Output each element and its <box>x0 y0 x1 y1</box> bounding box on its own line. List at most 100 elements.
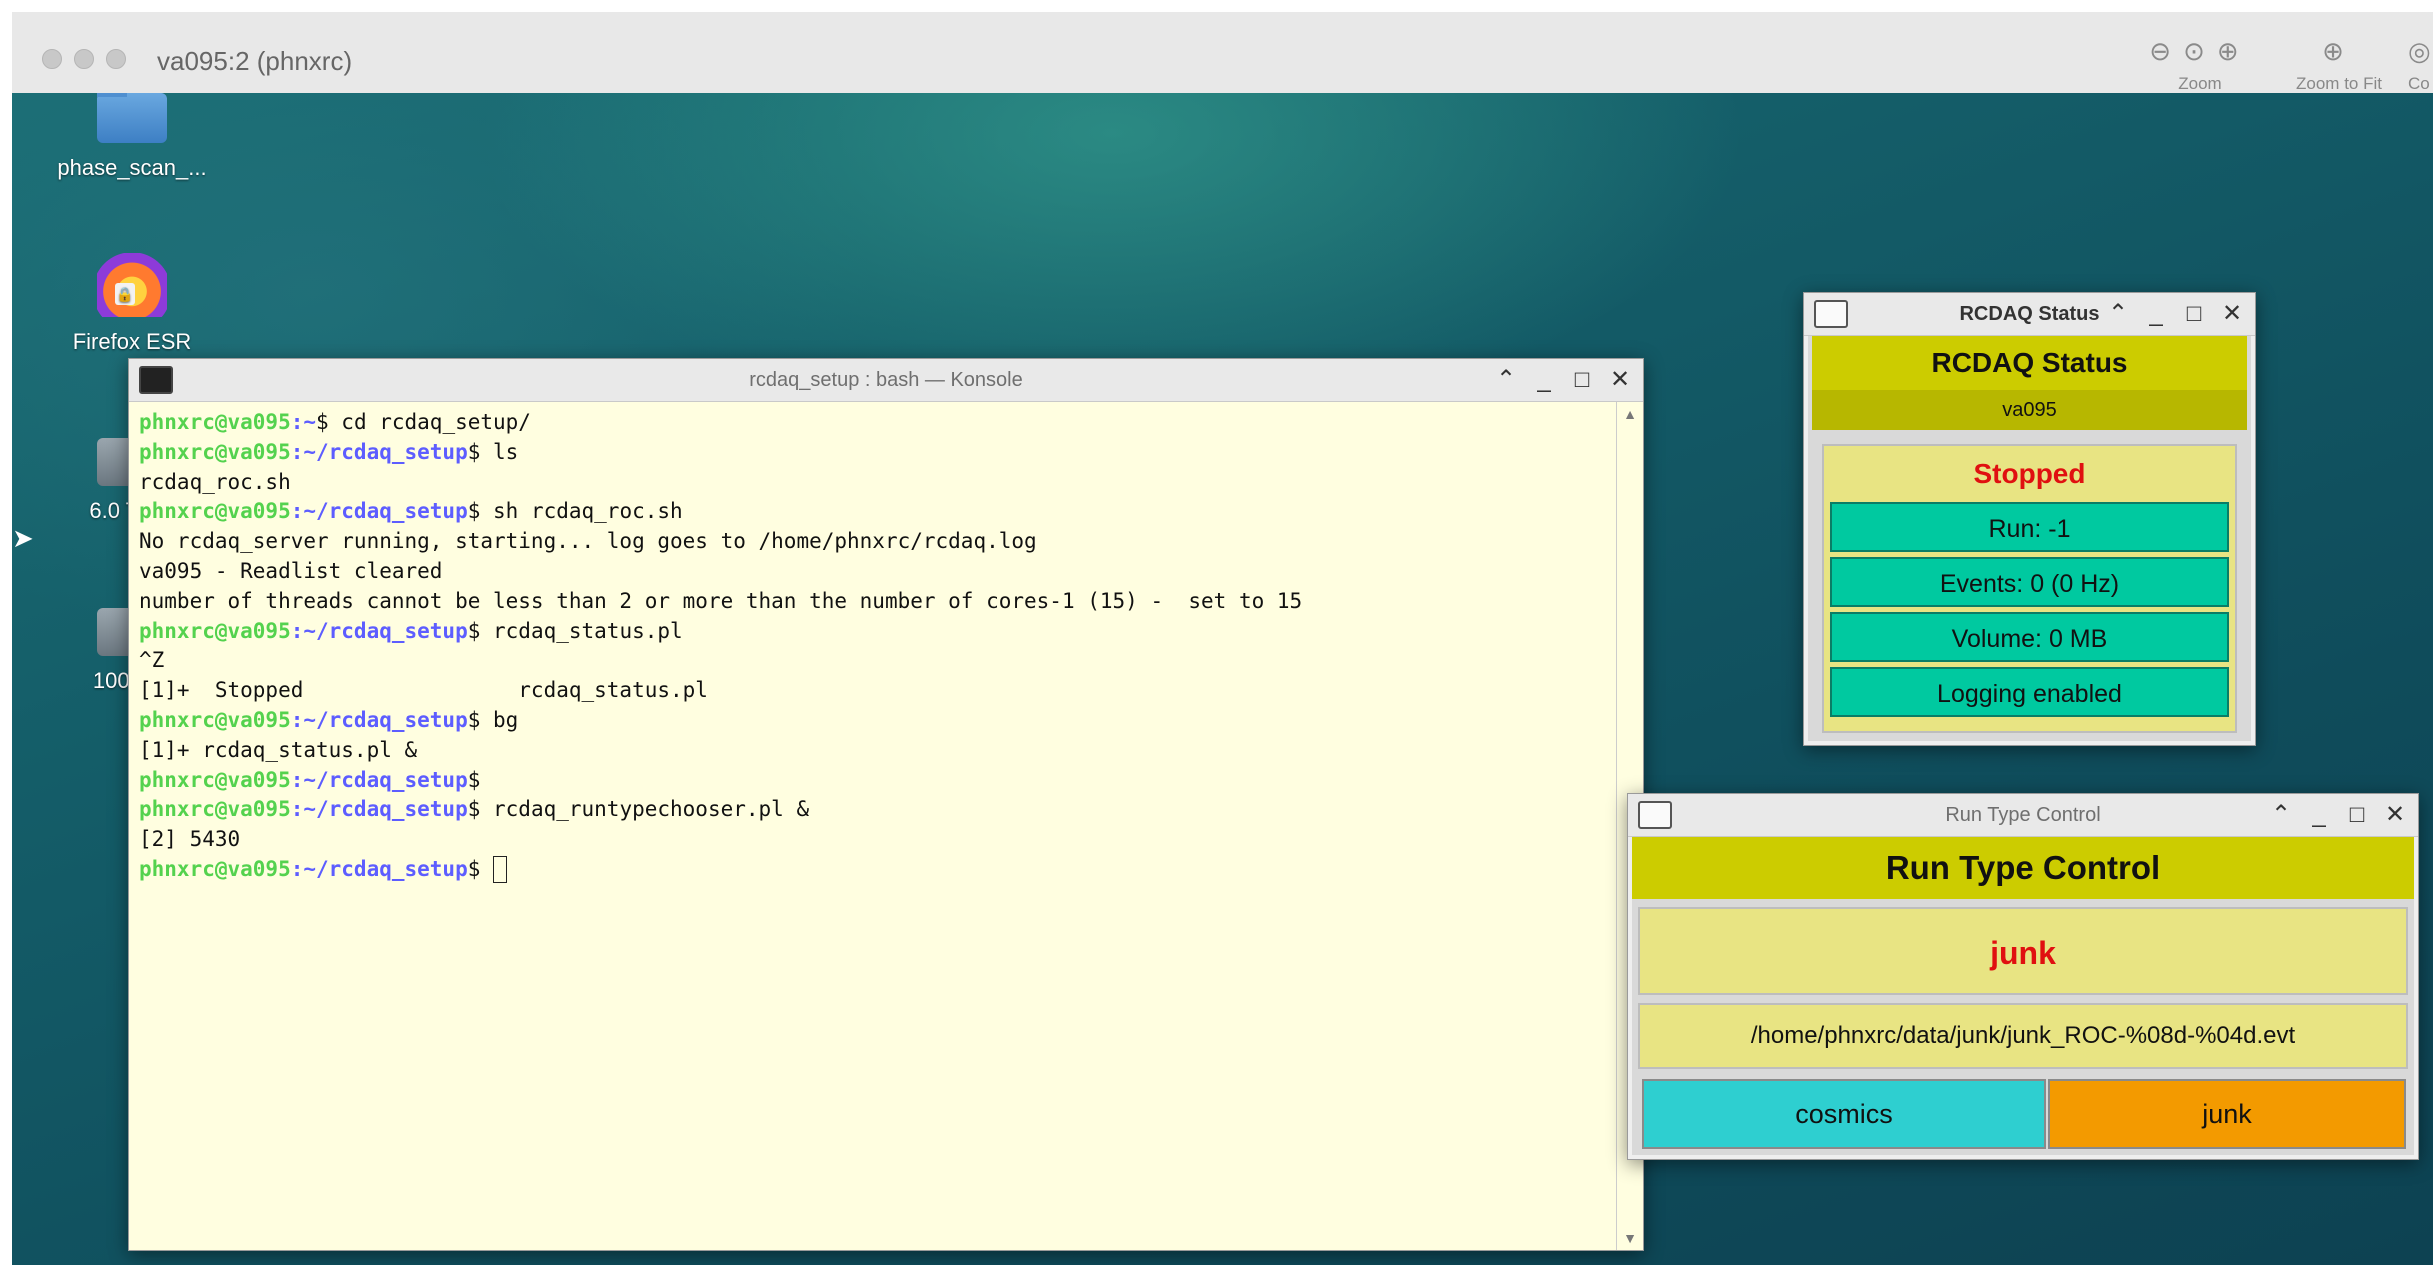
zoom-out-icon[interactable]: ⊖ <box>2149 36 2183 66</box>
prompt-directory: :~ <box>290 410 317 434</box>
terminal-line: [1]+ rcdaq_status.pl & <box>139 737 418 762</box>
close-icon[interactable]: ✕ <box>1605 365 1635 395</box>
terminal-line: number of threads cannot be less than 2 … <box>139 588 1303 613</box>
rcdaq-header: RCDAQ Status <box>1812 336 2247 390</box>
command-text: $ rcdaq_status.pl <box>467 618 683 643</box>
runtype-body: Run Type Control junk /home/phnxrc/data/… <box>1632 837 2414 1155</box>
konsole-titlebar[interactable]: rcdaq_setup : bash — Konsole ⌃ _ □ ✕ <box>129 359 1643 402</box>
keep-above-icon[interactable]: ⌃ <box>2266 800 2296 830</box>
rcdaq-host: va095 <box>1812 390 2247 430</box>
command-text: $ ls <box>467 439 519 464</box>
terminal-line: phnxrc@va095:~/rcdaq_setup$ rcdaq_status… <box>139 617 1607 647</box>
keep-above-icon[interactable]: ⌃ <box>2103 299 2133 329</box>
konsole-title: rcdaq_setup : bash — Konsole <box>749 369 1023 391</box>
scroll-down-icon[interactable]: ▼ <box>1617 1230 1643 1246</box>
current-run-type: junk <box>1638 907 2408 995</box>
run-state: Stopped <box>1973 458 2086 489</box>
prompt-directory: :~/rcdaq_setup <box>290 797 468 822</box>
run-type-cosmics-button[interactable]: cosmics <box>1642 1079 2046 1149</box>
terminal-line: phnxrc@va095:~/rcdaq_setup$ <box>139 855 1607 885</box>
maximize-icon[interactable]: □ <box>1567 365 1597 395</box>
control-partial[interactable]: ◎ Co <box>2408 36 2433 94</box>
zoom-to-fit-label: Zoom to Fit <box>2296 74 2382 93</box>
terminal-line: No rcdaq_server running, starting... log… <box>139 529 1037 554</box>
minimize-icon[interactable]: _ <box>2304 800 2334 830</box>
text-cursor <box>493 856 508 884</box>
keep-above-icon[interactable]: ⌃ <box>1491 365 1521 395</box>
viewer-titlebar: va095:2 (phnxrc) ⊖⊙⊕ Zoom ⊕ Zoom to Fit … <box>12 12 2433 94</box>
run-type-control-window[interactable]: Run Type Control ⌃ _ □ ✕ Run Type Contro… <box>1627 793 2419 1160</box>
terminal-line: rcdaq_roc.sh <box>139 469 291 494</box>
run-number: Run: -1 <box>1830 502 2229 552</box>
terminal-line: phnxrc@va095:~$ cd rcdaq_setup/ <box>139 408 1607 438</box>
runtype-titlebar[interactable]: Run Type Control ⌃ _ □ ✕ <box>1628 794 2418 837</box>
data-volume: Volume: 0 MB <box>1830 612 2229 662</box>
konsole-window[interactable]: rcdaq_setup : bash — Konsole ⌃ _ □ ✕ phn… <box>128 358 1644 1251</box>
command-text: $ bg <box>467 707 519 732</box>
prompt-directory: :~/rcdaq_setup <box>290 707 468 732</box>
close-window-button[interactable] <box>42 49 62 69</box>
command-text: $ <box>467 856 494 881</box>
prompt-directory: :~/rcdaq_setup <box>290 767 468 792</box>
terminal-line: phnxrc@va095:~/rcdaq_setup$ ls <box>139 438 1607 468</box>
close-icon[interactable]: ✕ <box>2217 299 2247 329</box>
control-partial-label: Co <box>2408 74 2430 93</box>
desktop-icon-phase-scan[interactable]: phase_scan_... <box>32 93 232 181</box>
scroll-up-icon[interactable]: ▲ <box>1617 406 1643 422</box>
maximize-icon[interactable]: □ <box>2342 800 2372 830</box>
zoom-to-fit-control[interactable]: ⊕ Zoom to Fit <box>2274 36 2404 94</box>
zoom-to-fit-icon[interactable]: ⊕ <box>2322 36 2356 66</box>
zoom-in-icon[interactable]: ⊕ <box>2217 36 2251 66</box>
terminal-line: phnxrc@va095:~/rcdaq_setup$ bg <box>139 706 1607 736</box>
folder-icon <box>97 93 167 143</box>
terminal-line: va095 - Readlist cleared <box>139 558 443 583</box>
desktop-icon-label: Firefox ESR <box>72 329 192 354</box>
desktop-icon-label: phase_scan_... <box>57 155 207 180</box>
prompt-user: phnxrc@va095 <box>139 707 291 732</box>
terminal-line: phnxrc@va095:~/rcdaq_setup$ sh rcdaq_roc… <box>139 497 1607 527</box>
minimize-icon[interactable]: _ <box>2141 299 2171 329</box>
zoom-control[interactable]: ⊖⊙⊕ Zoom <box>2140 36 2260 94</box>
terminal-line: phnxrc@va095:~/rcdaq_setup$ rcdaq_runtyp… <box>139 795 1607 825</box>
command-text: $ cd rcdaq_setup/ <box>316 410 531 434</box>
logging-status: Logging enabled <box>1830 667 2229 717</box>
prompt-user: phnxrc@va095 <box>139 499 291 524</box>
minimize-icon[interactable]: _ <box>1529 365 1559 395</box>
zoom-actual-icon[interactable]: ⊙ <box>2183 36 2217 66</box>
maximize-icon[interactable]: □ <box>2179 299 2209 329</box>
prompt-user: phnxrc@va095 <box>139 410 291 434</box>
mouse-cursor-icon: ➤ <box>12 523 34 553</box>
minimize-window-button[interactable] <box>74 49 94 69</box>
terminal-line: [2] 5430 <box>139 827 241 852</box>
prompt-user: phnxrc@va095 <box>139 618 291 643</box>
close-icon[interactable]: ✕ <box>2380 800 2410 830</box>
terminal-line: phnxrc@va095:~/rcdaq_setup$ <box>139 766 1607 796</box>
run-type-junk-button[interactable]: junk <box>2048 1079 2406 1149</box>
prompt-directory: :~/rcdaq_setup <box>290 618 468 643</box>
terminal-line: [1]+ Stopped rcdaq_status.pl <box>139 678 708 703</box>
event-count: Events: 0 (0 Hz) <box>1830 557 2229 607</box>
desktop-icon-firefox[interactable]: 🔒 Firefox ESR <box>32 253 232 355</box>
terminal-line: ^Z <box>139 648 165 673</box>
rcdaq-status-window[interactable]: RCDAQ Status ⌃ _ □ ✕ RCDAQ Status va095 … <box>1803 292 2256 746</box>
prompt-user: phnxrc@va095 <box>139 797 291 822</box>
command-text: $ <box>467 767 481 792</box>
command-text: $ sh rcdaq_roc.sh <box>467 499 683 524</box>
zoom-label: Zoom <box>2178 74 2222 93</box>
command-text: $ rcdaq_runtypechooser.pl & <box>467 797 810 822</box>
prompt-directory: :~/rcdaq_setup <box>290 856 468 881</box>
prompt-directory: :~/rcdaq_setup <box>290 439 468 464</box>
terminal-output[interactable]: phnxrc@va095:~$ cd rcdaq_setup/phnxrc@va… <box>129 402 1617 1250</box>
runtype-header: Run Type Control <box>1632 837 2414 899</box>
prompt-user: phnxrc@va095 <box>139 767 291 792</box>
prompt-directory: :~/rcdaq_setup <box>290 499 468 524</box>
firefox-icon: 🔒 <box>97 253 167 317</box>
prompt-user: phnxrc@va095 <box>139 439 291 464</box>
output-file-path: /home/phnxrc/data/junk/junk_ROC-%08d-%04… <box>1638 1003 2408 1069</box>
rcdaq-body: RCDAQ Status va095 Stopped Run: -1 Event… <box>1808 336 2251 741</box>
viewer-title: va095:2 (phnxrc) <box>157 46 353 76</box>
rcdaq-titlebar[interactable]: RCDAQ Status ⌃ _ □ ✕ <box>1804 293 2255 336</box>
zoom-window-button[interactable] <box>106 49 126 69</box>
control-icon[interactable]: ◎ <box>2408 36 2433 66</box>
prompt-user: phnxrc@va095 <box>139 856 291 881</box>
